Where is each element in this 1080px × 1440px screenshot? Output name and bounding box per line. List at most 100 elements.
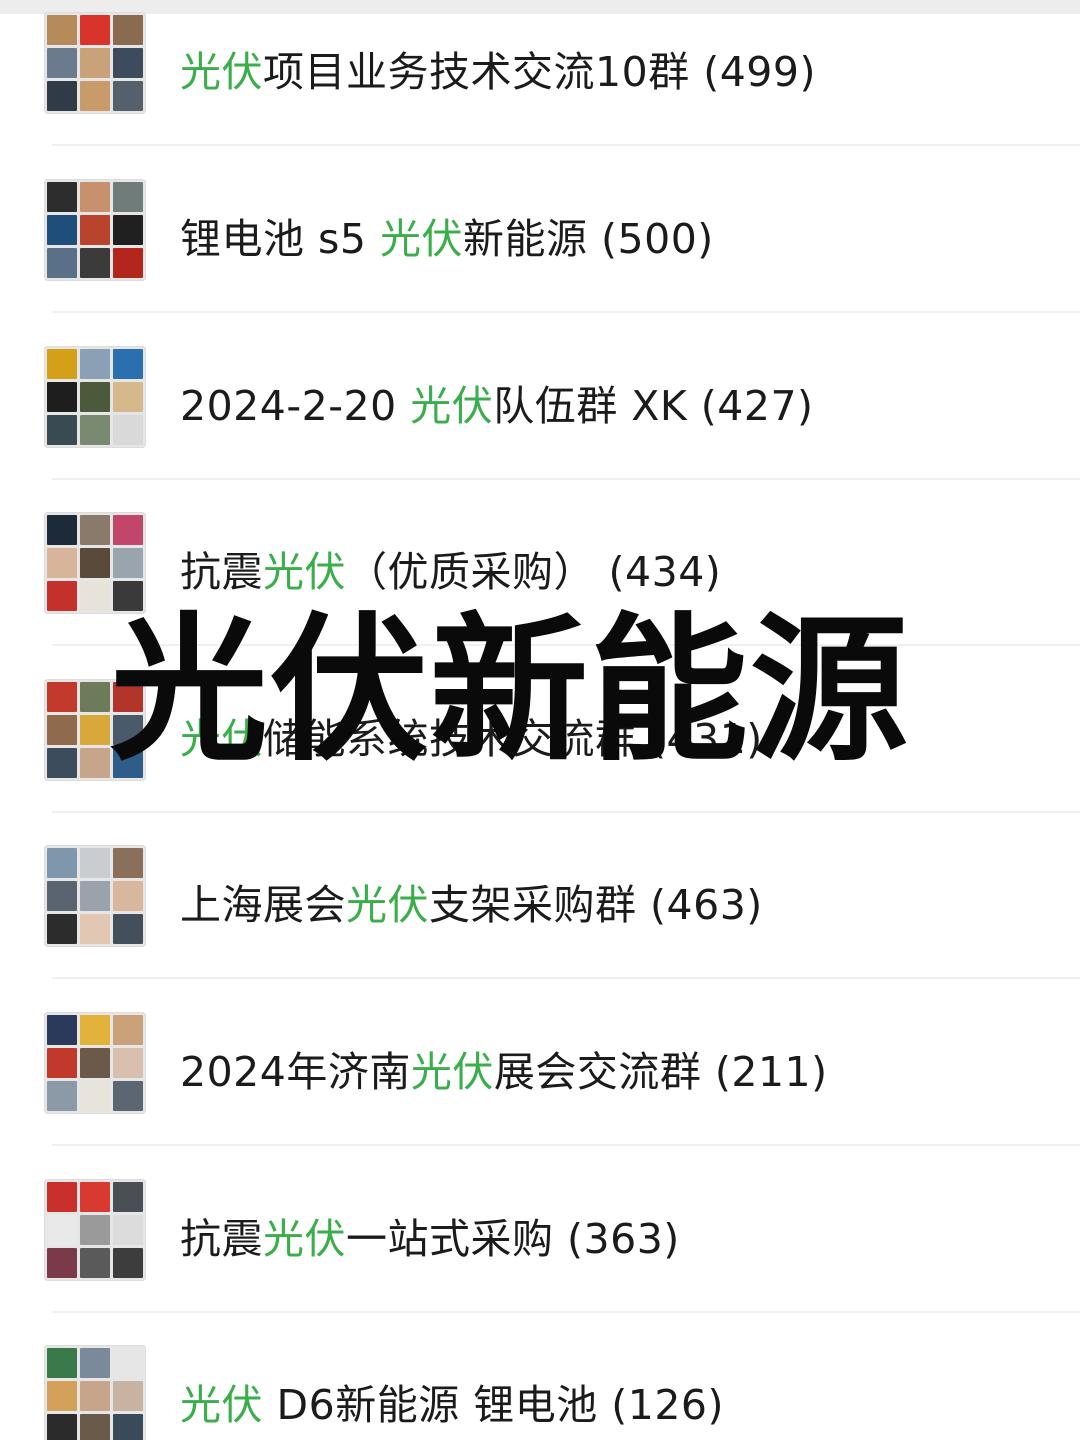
avatar-tile	[47, 248, 77, 278]
avatar-tile	[80, 415, 110, 445]
avatar-tile	[80, 848, 110, 878]
avatar-tile	[80, 1015, 110, 1045]
avatar-tile	[47, 848, 77, 878]
avatar-tile	[47, 382, 77, 412]
avatar-tile	[113, 1381, 143, 1411]
group-avatar	[44, 346, 146, 448]
row-divider	[52, 977, 1080, 979]
avatar-tile	[113, 48, 143, 78]
group-title: 2024-2-20 光伏队伍群 XK (427)	[180, 372, 814, 432]
title-suffix: 队伍群 XK (427)	[493, 382, 814, 430]
group-avatar	[44, 179, 146, 281]
title-highlight: 光伏	[180, 1381, 263, 1429]
avatar-tile	[113, 1215, 143, 1245]
avatar-tile	[47, 1081, 77, 1111]
avatar-tile	[80, 182, 110, 212]
avatar-tile	[47, 349, 77, 379]
title-highlight: 光伏	[346, 881, 429, 929]
avatar-tile	[113, 548, 143, 578]
group-avatar	[44, 1179, 146, 1281]
avatar-tile	[47, 914, 77, 944]
avatar-tile	[47, 81, 77, 111]
avatar-tile	[80, 548, 110, 578]
avatar-tile	[113, 881, 143, 911]
avatar-tile	[113, 848, 143, 878]
avatar-tile	[113, 1015, 143, 1045]
group-title: 锂电池 s5 光伏新能源 (500)	[180, 205, 714, 265]
avatar-tile	[47, 1048, 77, 1078]
avatar-tile	[80, 515, 110, 545]
avatar-tile	[80, 1215, 110, 1245]
group-chat-row[interactable]: 2024-2-20 光伏队伍群 XK (427)	[0, 314, 1080, 480]
avatar-tile	[113, 15, 143, 45]
title-prefix: 抗震	[180, 548, 263, 596]
group-chat-row[interactable]: 锂电池 s5 光伏新能源 (500)	[0, 147, 1080, 313]
avatar-tile	[80, 349, 110, 379]
row-divider	[52, 144, 1080, 146]
avatar-tile	[47, 515, 77, 545]
avatar-tile	[80, 15, 110, 45]
group-title: 上海展会光伏支架采购群 (463)	[180, 871, 763, 931]
title-suffix: 支架采购群 (463)	[429, 881, 763, 929]
avatar-tile	[113, 1348, 143, 1378]
avatar-tile	[80, 215, 110, 245]
avatar-tile	[80, 1182, 110, 1212]
title-suffix: 新能源 (500)	[463, 215, 714, 263]
avatar-tile	[113, 215, 143, 245]
avatar-tile	[47, 415, 77, 445]
avatar-tile	[47, 1015, 77, 1045]
avatar-tile	[113, 1081, 143, 1111]
avatar-tile	[47, 1215, 77, 1245]
row-divider	[52, 1144, 1080, 1146]
avatar-tile	[47, 881, 77, 911]
avatar-tile	[47, 581, 77, 611]
group-title: 2024年济南光伏展会交流群 (211)	[180, 1038, 828, 1098]
avatar-tile	[80, 748, 110, 778]
title-highlight: 光伏	[410, 382, 494, 430]
title-suffix: 一站式采购 (363)	[346, 1215, 680, 1263]
avatar-tile	[113, 349, 143, 379]
group-title: 光伏项目业务技术交流10群 (499)	[180, 38, 816, 98]
avatar-tile	[113, 1048, 143, 1078]
avatar-tile	[47, 1381, 77, 1411]
group-avatar	[44, 1012, 146, 1114]
title-prefix: 2024年济南	[180, 1048, 411, 1096]
title-highlight: 光伏	[380, 215, 464, 263]
group-title: 光伏 D6新能源 锂电池 (126)	[180, 1371, 724, 1431]
group-avatar	[44, 12, 146, 114]
avatar-tile	[80, 682, 110, 712]
avatar-tile	[47, 182, 77, 212]
group-chat-row[interactable]: 2024年济南光伏展会交流群 (211)	[0, 980, 1080, 1146]
avatar-tile	[113, 415, 143, 445]
avatar-tile	[47, 48, 77, 78]
avatar-tile	[113, 515, 143, 545]
title-prefix: 2024-2-20	[180, 382, 411, 430]
avatar-tile	[80, 914, 110, 944]
avatar-tile	[47, 715, 77, 745]
group-avatar	[44, 845, 146, 947]
group-chat-row[interactable]: 光伏 D6新能源 锂电池 (126)	[0, 1313, 1080, 1440]
avatar-tile	[80, 1248, 110, 1278]
avatar-tile	[80, 382, 110, 412]
avatar-tile	[47, 1348, 77, 1378]
group-chat-row[interactable]: 光伏项目业务技术交流10群 (499)	[0, 0, 1080, 146]
avatar-tile	[80, 581, 110, 611]
avatar-tile	[113, 81, 143, 111]
screen: 光伏项目业务技术交流10群 (499) 锂电池 s5 光伏新能源 (500) 202…	[0, 0, 1080, 1440]
avatar-tile	[80, 1348, 110, 1378]
avatar-tile	[113, 1248, 143, 1278]
avatar-tile	[47, 1248, 77, 1278]
group-chat-row[interactable]: 抗震光伏一站式采购 (363)	[0, 1147, 1080, 1313]
avatar-tile	[47, 1182, 77, 1212]
title-prefix: 锂电池 s5	[180, 215, 381, 263]
group-title: 抗震光伏（优质采购） (434)	[180, 538, 721, 598]
group-chat-row[interactable]: 上海展会光伏支架采购群 (463)	[0, 813, 1080, 979]
title-prefix: 上海展会	[180, 881, 346, 929]
avatar-tile	[80, 1414, 110, 1440]
group-title: 抗震光伏一站式采购 (363)	[180, 1205, 680, 1265]
avatar-tile	[47, 748, 77, 778]
avatar-tile	[113, 182, 143, 212]
avatar-tile	[80, 881, 110, 911]
row-divider	[52, 311, 1080, 313]
avatar-tile	[47, 548, 77, 578]
